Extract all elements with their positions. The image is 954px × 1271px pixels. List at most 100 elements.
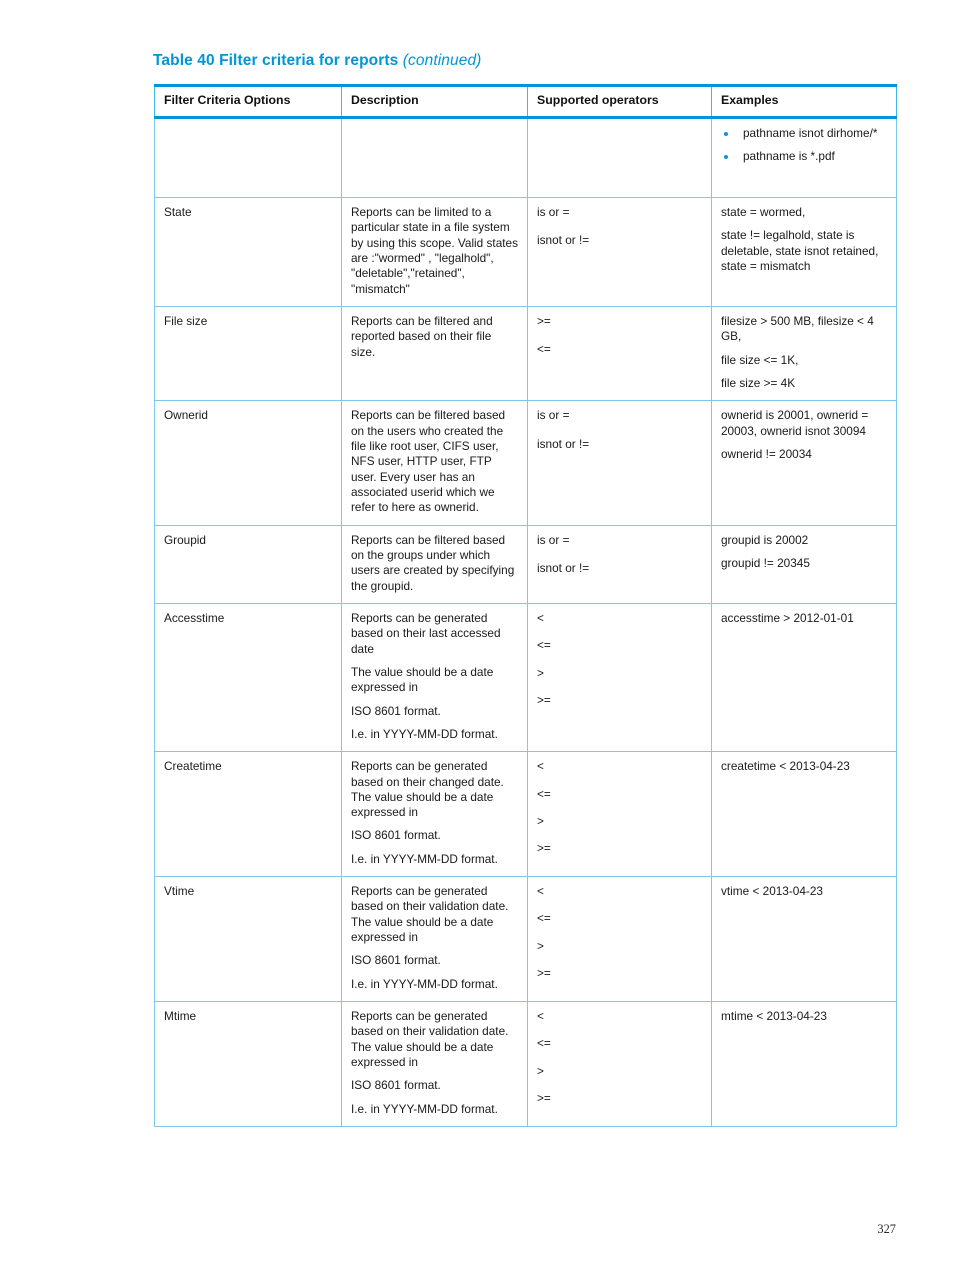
operator-text: > <box>537 665 544 680</box>
table-caption: Table 40 Filter criteria for reports (co… <box>153 52 481 70</box>
cell-operators <box>527 117 712 198</box>
cell-description <box>341 117 528 198</box>
operator-text: <= <box>537 638 551 653</box>
cell-description: Reports can be generated based on their … <box>341 876 528 1003</box>
operator-text: > <box>537 813 544 828</box>
description-text: The value should be a date expressed in <box>351 664 494 695</box>
operator-text: <= <box>537 342 551 357</box>
cell-examples: filesize > 500 MB, filesize < 4 GB, file… <box>711 306 897 402</box>
cell-description: Reports can be limited to a particular s… <box>341 197 528 307</box>
document-page: Table 40 Filter criteria for reports (co… <box>0 0 954 1271</box>
filter-criteria-table-wrapper: Filter Criteria Options Description Supp… <box>154 84 897 1128</box>
operator-text: is or = <box>537 204 570 219</box>
example-text: ownerid != 20034 <box>721 446 812 461</box>
option-label: Groupid <box>164 532 206 547</box>
example-text: ownerid is 20001, ownerid = 20003, owner… <box>721 408 869 438</box>
list-item: pathname is *.pdf <box>721 149 887 164</box>
example-text: groupid != 20345 <box>721 555 810 570</box>
description-text: I.e. in YYYY-MM-DD format. <box>351 851 498 866</box>
option-label: File size <box>164 313 208 328</box>
operator-text: isnot or != <box>537 436 590 451</box>
cell-option: Createtime <box>154 751 342 878</box>
operator-text: > <box>537 1063 544 1078</box>
filter-criteria-table: Filter Criteria Options Description Supp… <box>154 84 897 1128</box>
cell-examples: mtime < 2013-04-23 <box>711 1001 897 1128</box>
example-text: filesize > 500 MB, filesize < 4 GB, <box>721 313 874 344</box>
table-header: Filter Criteria Options Description Supp… <box>154 84 897 119</box>
cell-operators: is or = isnot or != <box>527 197 712 307</box>
table-row: File size Reports can be filtered and re… <box>154 306 897 402</box>
operator-text: < <box>537 759 544 774</box>
page-number: 327 <box>877 1222 896 1236</box>
table-row: Mtime Reports can be generated based on … <box>154 1001 897 1128</box>
cell-option: Ownerid <box>154 400 342 526</box>
cell-operators: is or = isnot or != <box>527 525 712 604</box>
option-label: Vtime <box>164 884 195 899</box>
description-text: I.e. in YYYY-MM-DD format. <box>351 976 498 991</box>
operator-text: < <box>537 610 544 625</box>
cell-option: Groupid <box>154 525 342 604</box>
cell-examples: groupid is 20002 groupid != 20345 <box>711 525 897 604</box>
operator-text: is or = <box>537 532 570 547</box>
operator-text: >= <box>537 692 551 707</box>
bullet-icon <box>724 131 728 136</box>
operator-text: isnot or != <box>537 560 590 575</box>
cell-examples: accesstime > 2012-01-01 <box>711 603 897 753</box>
table-row: Ownerid Reports can be filtered based on… <box>154 400 897 526</box>
example-text: vtime < 2013-04-23 <box>721 884 823 899</box>
option-label: Createtime <box>164 759 222 774</box>
table-caption-continued: (continued) <box>402 52 482 69</box>
description-text: Reports can be generated based on their … <box>351 884 509 945</box>
description-text: I.e. in YYYY-MM-DD format. <box>351 726 498 741</box>
description-text: ISO 8601 format. <box>351 953 441 968</box>
cell-examples: ownerid is 20001, ownerid = 20003, owner… <box>711 400 897 526</box>
cell-operators: >= <= <box>527 306 712 402</box>
column-header-description: Description <box>341 84 528 119</box>
cell-option: File size <box>154 306 342 402</box>
column-header-supported-operators: Supported operators <box>527 84 712 119</box>
cell-description: Reports can be filtered based on the use… <box>341 400 528 526</box>
description-text: ISO 8601 format. <box>351 703 441 718</box>
cell-option <box>154 117 342 198</box>
cell-description: Reports can be filtered and reported bas… <box>341 306 528 402</box>
table-row: Accesstime Reports can be generated base… <box>154 603 897 753</box>
table-row: State Reports can be limited to a partic… <box>154 197 897 307</box>
description-text: Reports can be generated based on their … <box>351 759 504 820</box>
operator-text: < <box>537 884 544 899</box>
operator-text: > <box>537 938 544 953</box>
table-caption-main: Table 40 Filter criteria for reports <box>153 52 399 69</box>
list-item-text: pathname is *.pdf <box>743 149 835 164</box>
table-header-row: Filter Criteria Options Description Supp… <box>154 84 897 119</box>
description-text: Reports can be filtered and reported bas… <box>351 313 493 359</box>
operator-text: < <box>537 1009 544 1024</box>
description-text: Reports can be generated based on their … <box>351 610 501 656</box>
cell-description: Reports can be filtered based on the gro… <box>341 525 528 604</box>
option-label: Accesstime <box>164 610 225 625</box>
list-item-text: pathname isnot dirhome/* <box>743 125 878 140</box>
table-row: Vtime Reports can be generated based on … <box>154 876 897 1003</box>
example-text: createtime < 2013-04-23 <box>721 759 850 774</box>
table-row: Createtime Reports can be generated base… <box>154 751 897 878</box>
example-text: file size <= 1K, <box>721 352 799 367</box>
example-text: file size >= 4K <box>721 375 796 390</box>
option-label: State <box>164 204 192 219</box>
list-item: pathname isnot dirhome/* <box>721 126 887 141</box>
operator-text: <= <box>537 1036 551 1051</box>
cell-description: Reports can be generated based on their … <box>341 1001 528 1128</box>
cell-examples: vtime < 2013-04-23 <box>711 876 897 1003</box>
description-text: Reports can be filtered based on the gro… <box>351 532 515 593</box>
description-text: Reports can be filtered based on the use… <box>351 408 506 515</box>
description-text: I.e. in YYYY-MM-DD format. <box>351 1101 498 1116</box>
operator-text: >= <box>537 313 551 328</box>
option-label: Mtime <box>164 1009 197 1024</box>
cell-operators: < <= > >= <box>527 751 712 878</box>
cell-option: Mtime <box>154 1001 342 1128</box>
description-text: ISO 8601 format. <box>351 1078 441 1093</box>
operator-text: <= <box>537 786 551 801</box>
cell-option: Accesstime <box>154 603 342 753</box>
operator-text: is or = <box>537 408 570 423</box>
cell-examples: state = wormed, state != legalhold, stat… <box>711 197 897 307</box>
table-row: Groupid Reports can be filtered based on… <box>154 525 897 604</box>
description-text: ISO 8601 format. <box>351 828 441 843</box>
operator-text: >= <box>537 966 551 981</box>
